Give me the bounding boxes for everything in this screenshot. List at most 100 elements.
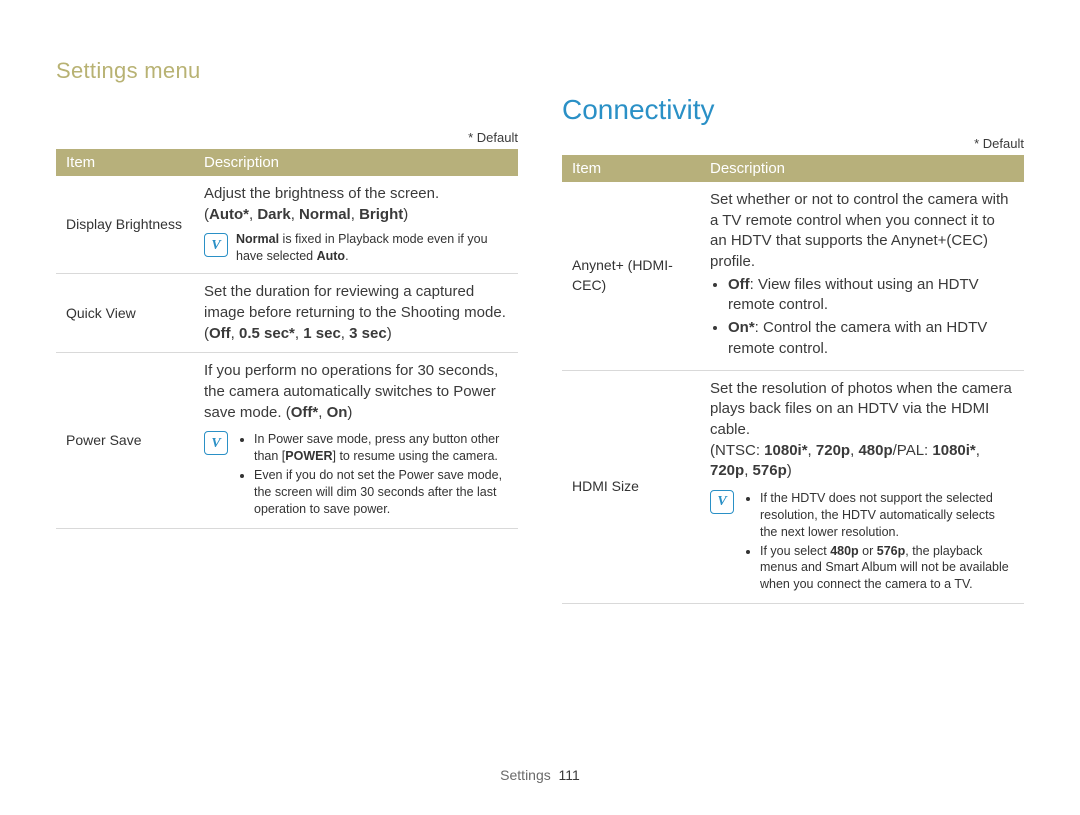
sep: ,	[318, 404, 326, 421]
opt-bold: On*	[728, 319, 755, 336]
note-icon: V	[204, 233, 228, 257]
col-header-desc: Description	[700, 155, 1024, 182]
col-header-item: Item	[56, 149, 194, 176]
opt-bold: Bright	[359, 206, 403, 223]
note-li: In Power save mode, press any button oth…	[254, 431, 508, 465]
page-number: 111	[559, 767, 580, 783]
paren: )	[403, 206, 408, 223]
item-desc: Adjust the brightness of the screen. (Au…	[194, 176, 518, 274]
sep: ,	[744, 462, 752, 479]
note-icon: V	[204, 431, 228, 455]
opt-bold: Off	[209, 325, 231, 342]
table-row: Anynet+ (HDMI-CEC) Set whether or not to…	[562, 182, 1024, 370]
paren: )	[787, 462, 792, 479]
options-text: (Auto*, Dark, Normal, Bright)	[204, 206, 408, 223]
opt-bold: Dark	[257, 206, 290, 223]
opt-bold: 3 sec	[349, 325, 387, 342]
opt-bold: On	[327, 404, 348, 421]
list-item: On*: Control the camera with an HDTV rem…	[728, 318, 1014, 359]
opt-bold: 1080i*	[932, 442, 975, 459]
desc-text: Set the duration for reviewing a capture…	[204, 283, 506, 321]
note-li: Even if you do not set the Power save mo…	[254, 467, 508, 518]
item-label: Quick View	[56, 274, 194, 353]
content-columns: * Default Item Description Display Brigh…	[56, 130, 1024, 604]
span: : Control the camera with an HDTV remote…	[728, 319, 987, 357]
span: : View files without using an HDTV remot…	[728, 276, 979, 314]
note-box: V Normal is fixed in Playback mode even …	[204, 231, 508, 265]
default-note: * Default	[56, 130, 518, 145]
list-item: Off: View files without using an HDTV re…	[728, 275, 1014, 316]
default-note: * Default	[562, 136, 1024, 151]
sep: ,	[351, 206, 359, 223]
item-desc: Set the duration for reviewing a capture…	[194, 274, 518, 353]
opt-bold: 576p	[753, 462, 787, 479]
span: (NTSC:	[710, 442, 764, 459]
opt-bold: 720p	[710, 462, 744, 479]
sep: ,	[295, 325, 303, 342]
opt-bold: 720p	[816, 442, 850, 459]
sep: ,	[341, 325, 349, 342]
settings-table-left: Item Description Display Brightness Adju…	[56, 149, 518, 529]
item-desc: Set whether or not to control the camera…	[700, 182, 1024, 370]
sep: ,	[976, 442, 980, 459]
sep: ,	[291, 206, 299, 223]
settings-table-right: Item Description Anynet+ (HDMI-CEC) Set …	[562, 155, 1024, 604]
options-text: (NTSC: 1080i*, 720p, 480p/PAL: 1080i*, 7…	[710, 442, 980, 480]
note-bold: 480p	[830, 544, 859, 558]
opt-bold: 1 sec	[303, 325, 341, 342]
sep: ,	[808, 442, 816, 459]
note-li: If you select 480p or 576p, the playback…	[760, 543, 1014, 594]
opt-bold: Off	[728, 276, 750, 293]
note-bold: Normal	[236, 232, 279, 246]
breadcrumb: Settings menu	[56, 58, 1024, 84]
note-bold: Auto	[317, 249, 345, 263]
span: If you select	[760, 544, 830, 558]
desc-list: Off: View files without using an HDTV re…	[710, 275, 1014, 360]
note-box: V In Power save mode, press any button o…	[204, 429, 508, 519]
note-text: In Power save mode, press any button oth…	[236, 429, 508, 519]
item-label: Display Brightness	[56, 176, 194, 274]
opt-bold: 1080i*	[764, 442, 807, 459]
table-row: Display Brightness Adjust the brightness…	[56, 176, 518, 274]
desc-text: Set whether or not to control the camera…	[710, 191, 1008, 270]
section-title: Connectivity	[562, 94, 1024, 126]
page-footer: Settings 111	[0, 767, 1080, 783]
note-icon: V	[710, 490, 734, 514]
options-text: (Off, 0.5 sec*, 1 sec, 3 sec)	[204, 325, 392, 342]
right-column: Connectivity * Default Item Description …	[562, 130, 1024, 604]
table-row: Power Save If you perform no operations …	[56, 353, 518, 528]
desc-text: If you perform no operations for 30 seco…	[204, 362, 498, 420]
opt-bold: Off*	[291, 404, 319, 421]
note-bold: 576p	[877, 544, 906, 558]
item-label: Power Save	[56, 353, 194, 528]
span: ] to resume using the camera.	[333, 449, 498, 463]
span: or	[859, 544, 877, 558]
page: Settings menu * Default Item Description…	[0, 0, 1080, 815]
col-header-desc: Description	[194, 149, 518, 176]
span: /PAL:	[893, 442, 933, 459]
left-column: * Default Item Description Display Brigh…	[56, 130, 518, 604]
opt-bold: Auto*	[209, 206, 249, 223]
sep: ,	[231, 325, 239, 342]
note-text: If the HDTV does not support the selecte…	[742, 488, 1014, 595]
footer-label: Settings	[500, 767, 551, 783]
item-desc: Set the resolution of photos when the ca…	[700, 370, 1024, 604]
desc-text: Set the resolution of photos when the ca…	[710, 380, 1012, 438]
note-li: If the HDTV does not support the selecte…	[760, 490, 1014, 541]
table-row: Quick View Set the duration for reviewin…	[56, 274, 518, 353]
opt-bold: 0.5 sec*	[239, 325, 295, 342]
item-label: HDMI Size	[562, 370, 700, 604]
item-label: Anynet+ (HDMI-CEC)	[562, 182, 700, 370]
desc-text: Adjust the brightness of the screen.	[204, 185, 439, 202]
note-box: V If the HDTV does not support the selec…	[710, 488, 1014, 595]
note-bold: POWER	[285, 449, 332, 463]
note-text: Normal is fixed in Playback mode even if…	[236, 231, 508, 265]
paren: )	[387, 325, 392, 342]
opt-bold: 480p	[858, 442, 892, 459]
note-span: .	[345, 249, 348, 263]
col-header-item: Item	[562, 155, 700, 182]
opt-bold: Normal	[299, 206, 351, 223]
item-desc: If you perform no operations for 30 seco…	[194, 353, 518, 528]
table-row: HDMI Size Set the resolution of photos w…	[562, 370, 1024, 604]
paren: )	[347, 404, 352, 421]
